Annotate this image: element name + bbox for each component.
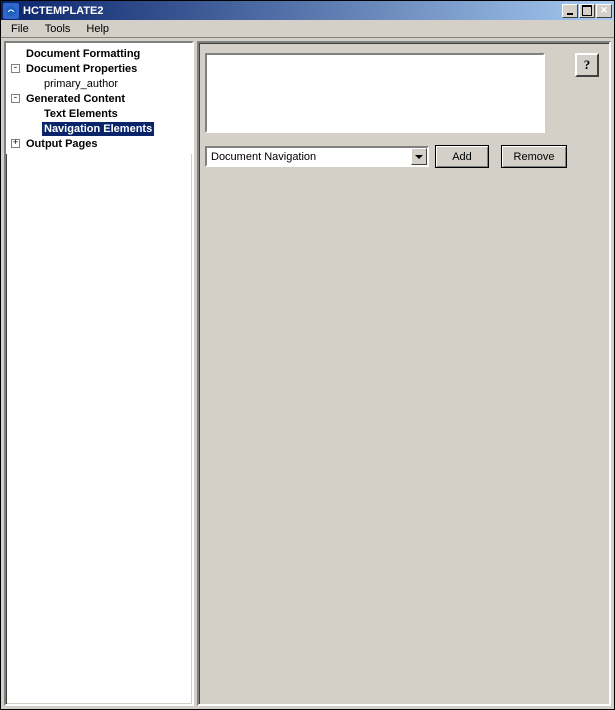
tree-item-text-elements[interactable]: Text Elements — [6, 106, 192, 121]
dropdown-value: Document Navigation — [207, 151, 411, 163]
menubar: File Tools Help — [1, 20, 614, 38]
tree-item-primary-author[interactable]: primary_author — [6, 76, 192, 91]
add-button[interactable]: Add — [435, 145, 489, 168]
tree-item-doc-formatting[interactable]: Document Formatting — [6, 46, 192, 61]
tree-label: primary_author — [42, 77, 120, 91]
menu-file[interactable]: File — [3, 21, 37, 37]
menu-tools[interactable]: Tools — [37, 21, 79, 37]
tree-item-generated-content[interactable]: - Generated Content — [6, 91, 192, 106]
element-listbox[interactable] — [205, 53, 545, 133]
tree-pane: Document Formatting - Document Propertie… — [4, 41, 194, 706]
window-buttons — [562, 4, 612, 18]
titlebar: HCTEMPLATE2 — [1, 1, 614, 20]
chevron-down-icon[interactable] — [411, 148, 427, 165]
tree-label-selected: Navigation Elements — [42, 122, 154, 136]
content-pane: ? Document Navigation Add Remove — [197, 41, 611, 706]
close-button[interactable] — [596, 4, 612, 18]
tree-label: Text Elements — [42, 107, 120, 121]
menu-help[interactable]: Help — [78, 21, 117, 37]
collapse-icon[interactable]: - — [11, 94, 20, 103]
expand-icon[interactable]: + — [11, 139, 20, 148]
window-root: HCTEMPLATE2 File Tools Help Document For… — [0, 0, 615, 710]
help-button[interactable]: ? — [575, 53, 599, 77]
app-icon — [3, 3, 19, 19]
tree-label: Generated Content — [24, 92, 127, 106]
collapse-icon[interactable]: - — [11, 64, 20, 73]
control-row: Document Navigation Add Remove — [205, 145, 599, 168]
minimize-button[interactable] — [562, 4, 578, 18]
tree-label: Document Properties — [24, 62, 139, 76]
maximize-button[interactable] — [579, 4, 595, 18]
tree-item-output-pages[interactable]: + Output Pages — [6, 136, 192, 151]
tree-view: Document Formatting - Document Propertie… — [6, 43, 192, 154]
client-area: Document Formatting - Document Propertie… — [1, 38, 614, 709]
window-title: HCTEMPLATE2 — [23, 5, 562, 17]
element-type-dropdown[interactable]: Document Navigation — [205, 146, 429, 167]
tree-item-doc-properties[interactable]: - Document Properties — [6, 61, 192, 76]
tree-item-navigation-elements[interactable]: Navigation Elements — [6, 121, 192, 136]
tree-label: Output Pages — [24, 137, 100, 151]
tree-label: Document Formatting — [24, 47, 142, 61]
remove-button[interactable]: Remove — [501, 145, 567, 168]
